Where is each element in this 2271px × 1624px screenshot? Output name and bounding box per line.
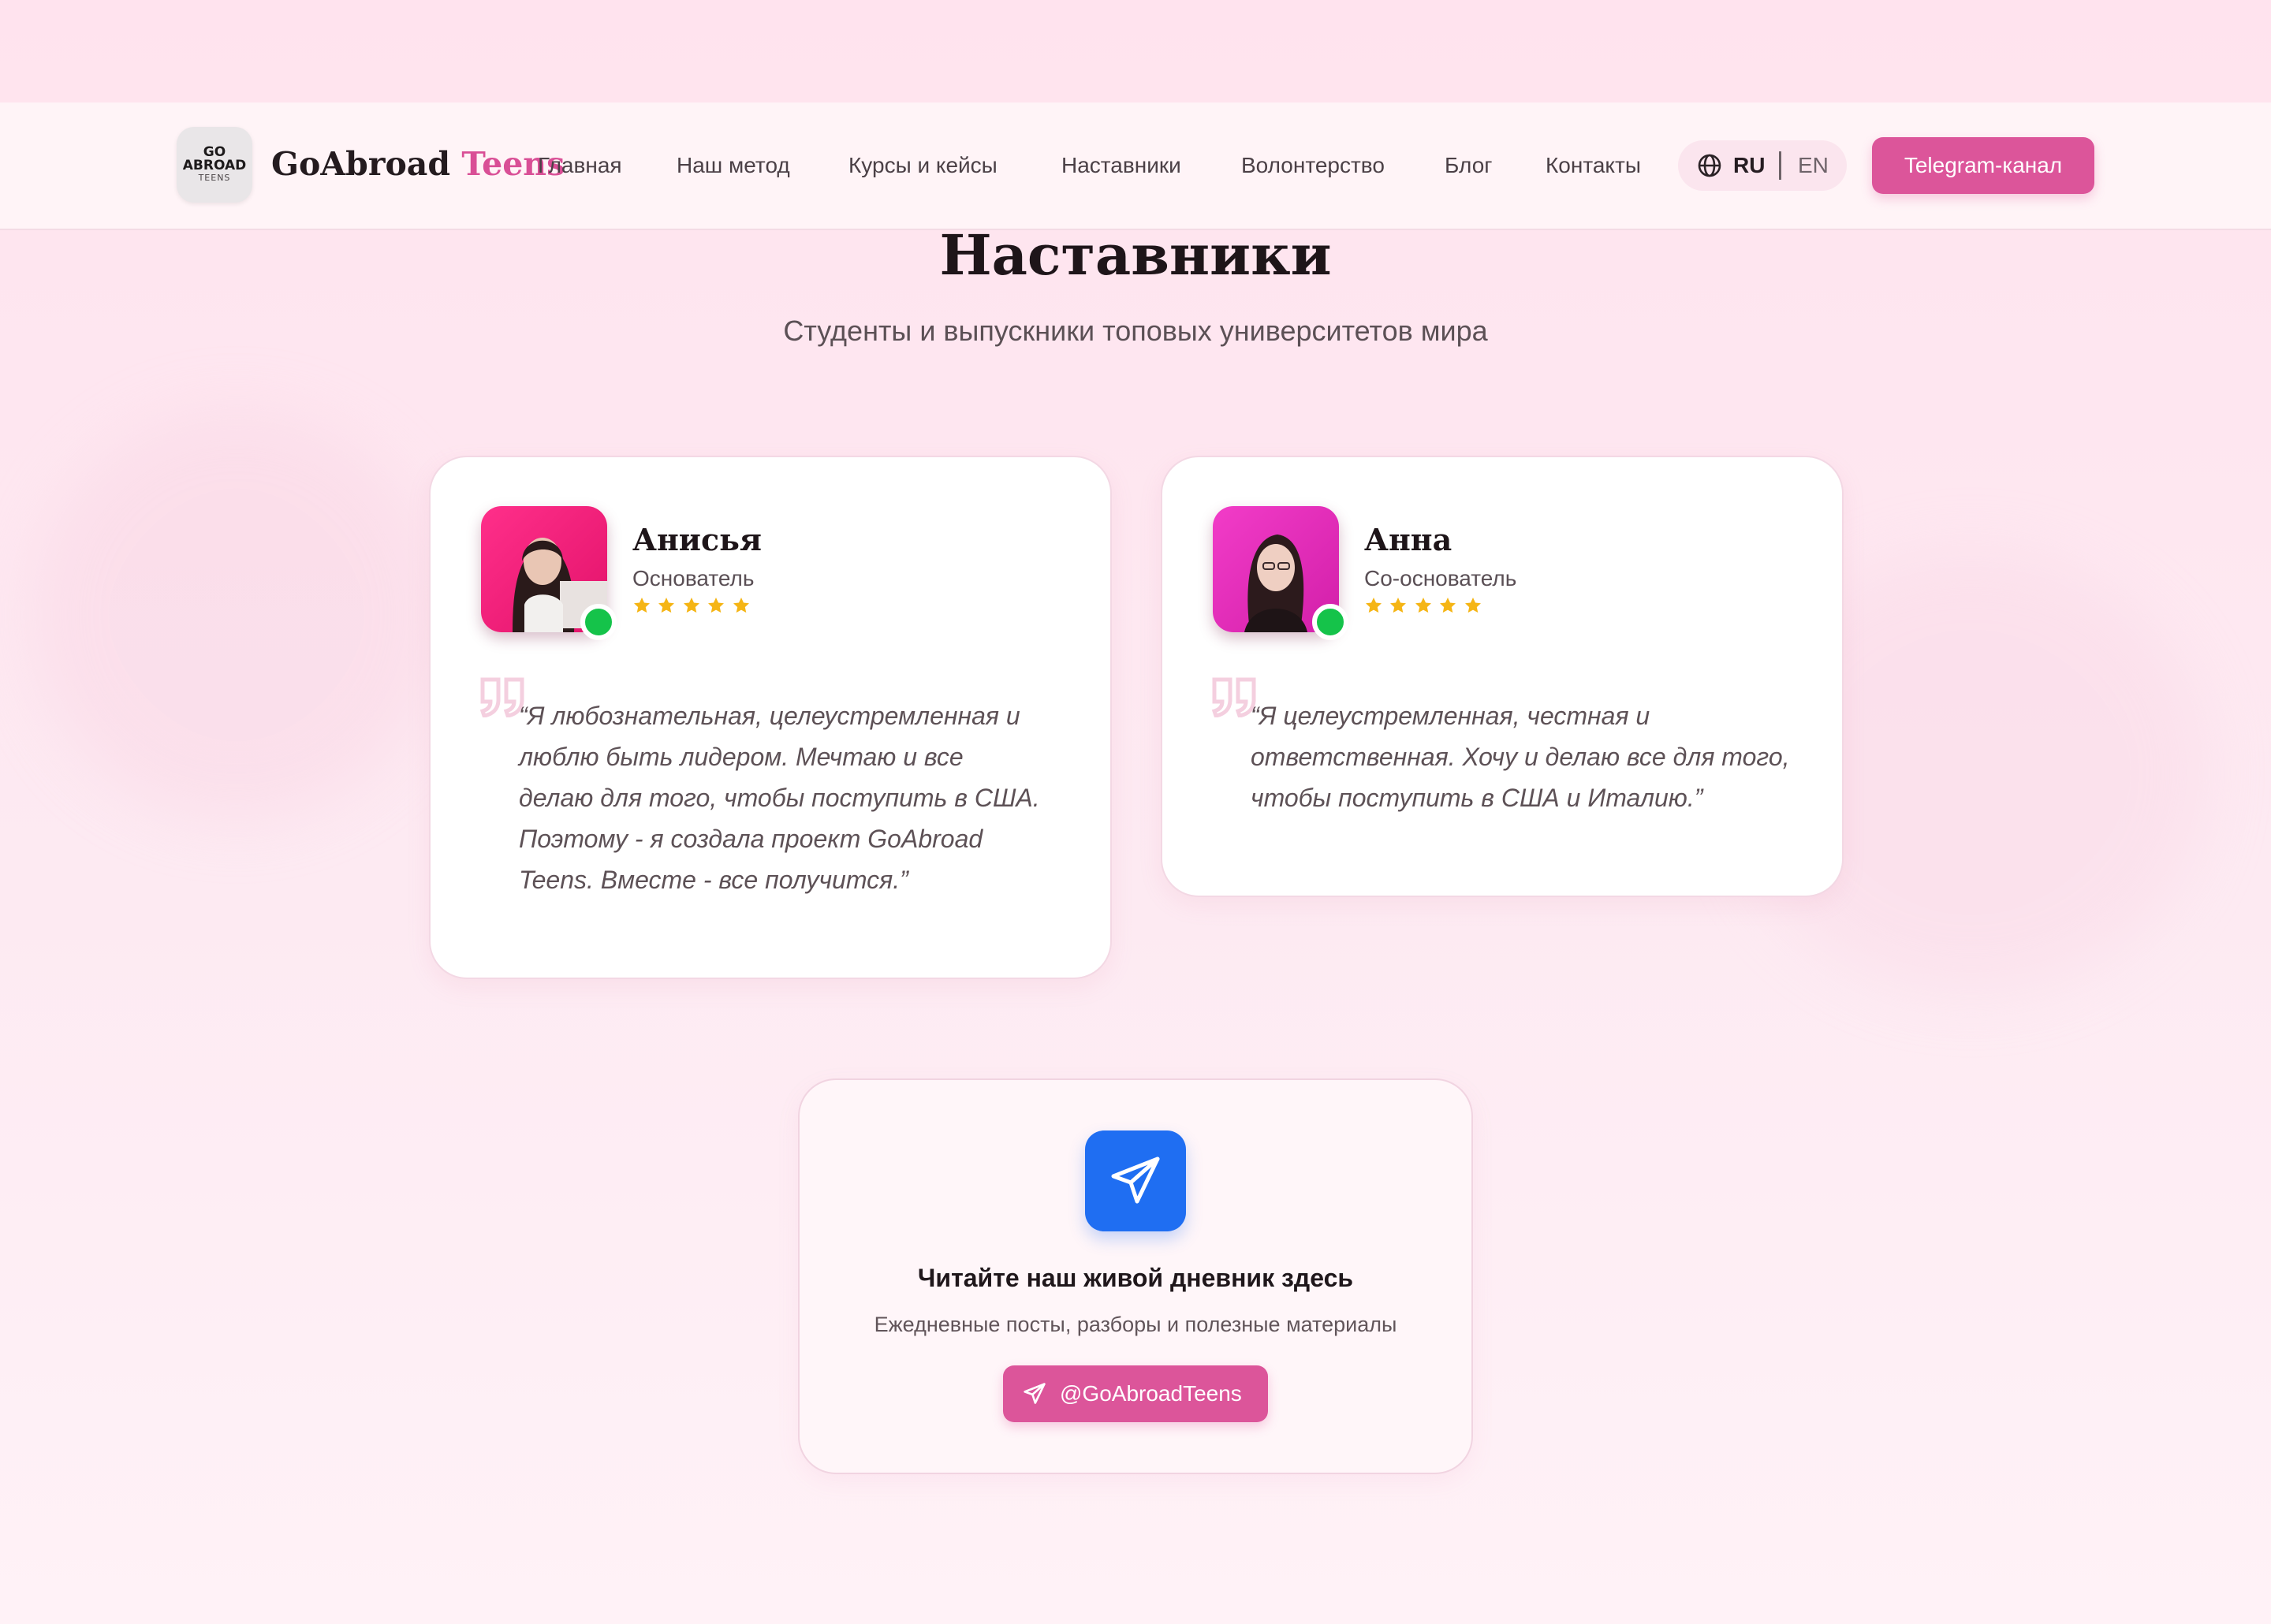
logo-text-line3: TEENS xyxy=(198,173,231,183)
telegram-handle: @GoAbroadTeens xyxy=(1060,1381,1242,1406)
brand-name-main: GoAbroad xyxy=(271,145,451,183)
star-icon xyxy=(1389,596,1408,619)
rating-stars xyxy=(632,596,753,618)
telegram-channel-button[interactable]: Telegram-канал xyxy=(1872,137,2094,194)
telegram-title: Читайте наш живой дневник здесь xyxy=(917,1264,1354,1292)
nav-item-blog[interactable]: Блог xyxy=(1445,148,1493,183)
mentor-quote: “Я целеустремленная, честная и ответстве… xyxy=(1251,702,1790,812)
logo-text-line2: ABROAD xyxy=(182,158,247,173)
star-icon xyxy=(732,596,751,619)
lang-divider xyxy=(1779,151,1781,180)
brand-name[interactable]: GoAbroad Teens xyxy=(271,140,565,188)
star-icon xyxy=(1464,596,1482,619)
mentor-name: Анна xyxy=(1364,522,1452,557)
mentor-role: Основатель xyxy=(632,566,755,590)
star-icon xyxy=(632,596,651,619)
star-icon xyxy=(1364,596,1383,619)
mentor-quote: “Я любознательная, целеустремленная и лю… xyxy=(519,702,1040,894)
nav-item-courses[interactable]: Курсы и кейсы xyxy=(848,148,998,183)
page-subtitle: Студенты и выпускники топовых университе… xyxy=(783,315,1488,347)
mentor-card: Анна Со-основатель “Я целеустремленная, … xyxy=(1161,456,1844,897)
rating-stars xyxy=(1364,596,1485,618)
site-header: GO ABROAD TEENS GoAbroad Teens Главная Н… xyxy=(0,102,2271,230)
lang-ru[interactable]: RU xyxy=(1733,148,1765,183)
star-icon xyxy=(1414,596,1433,619)
telegram-subtitle: Ежедневные посты, разборы и полезные мат… xyxy=(874,1313,1397,1336)
page-title: Наставники xyxy=(939,222,1332,288)
nav-item-mentors[interactable]: Наставники xyxy=(1061,148,1181,183)
globe-icon xyxy=(1698,154,1721,177)
paper-plane-icon xyxy=(1024,1383,1046,1404)
mentor-role: Со-основатель xyxy=(1364,566,1517,590)
star-icon xyxy=(707,596,725,619)
telegram-card: Читайте наш живой дневник здесь Ежедневн… xyxy=(798,1078,1473,1474)
telegram-handle-button[interactable]: @GoAbroadTeens xyxy=(1003,1365,1268,1422)
telegram-icon-box xyxy=(1085,1130,1186,1231)
logo-text-line1: GO xyxy=(203,144,226,160)
mentor-card: Анисья Основатель “Я любознательная, цел… xyxy=(429,456,1112,979)
nav-item-home[interactable]: Главная xyxy=(538,148,622,183)
nav-item-volunteering[interactable]: Волонтерство xyxy=(1241,148,1385,183)
online-status-dot xyxy=(1312,604,1348,640)
nav-item-method[interactable]: Наш метод xyxy=(677,148,790,183)
paper-plane-icon xyxy=(1111,1157,1160,1204)
nav-item-contacts[interactable]: Контакты xyxy=(1546,148,1641,183)
star-icon xyxy=(1438,596,1457,619)
mentor-name: Анисья xyxy=(632,522,762,557)
language-switcher: RU EN xyxy=(1678,140,1847,191)
online-status-dot xyxy=(580,604,617,640)
star-icon xyxy=(682,596,701,619)
star-icon xyxy=(657,596,676,619)
lang-en[interactable]: EN xyxy=(1798,148,1829,183)
logo[interactable]: GO ABROAD TEENS xyxy=(177,127,252,203)
background-blob xyxy=(32,410,442,820)
